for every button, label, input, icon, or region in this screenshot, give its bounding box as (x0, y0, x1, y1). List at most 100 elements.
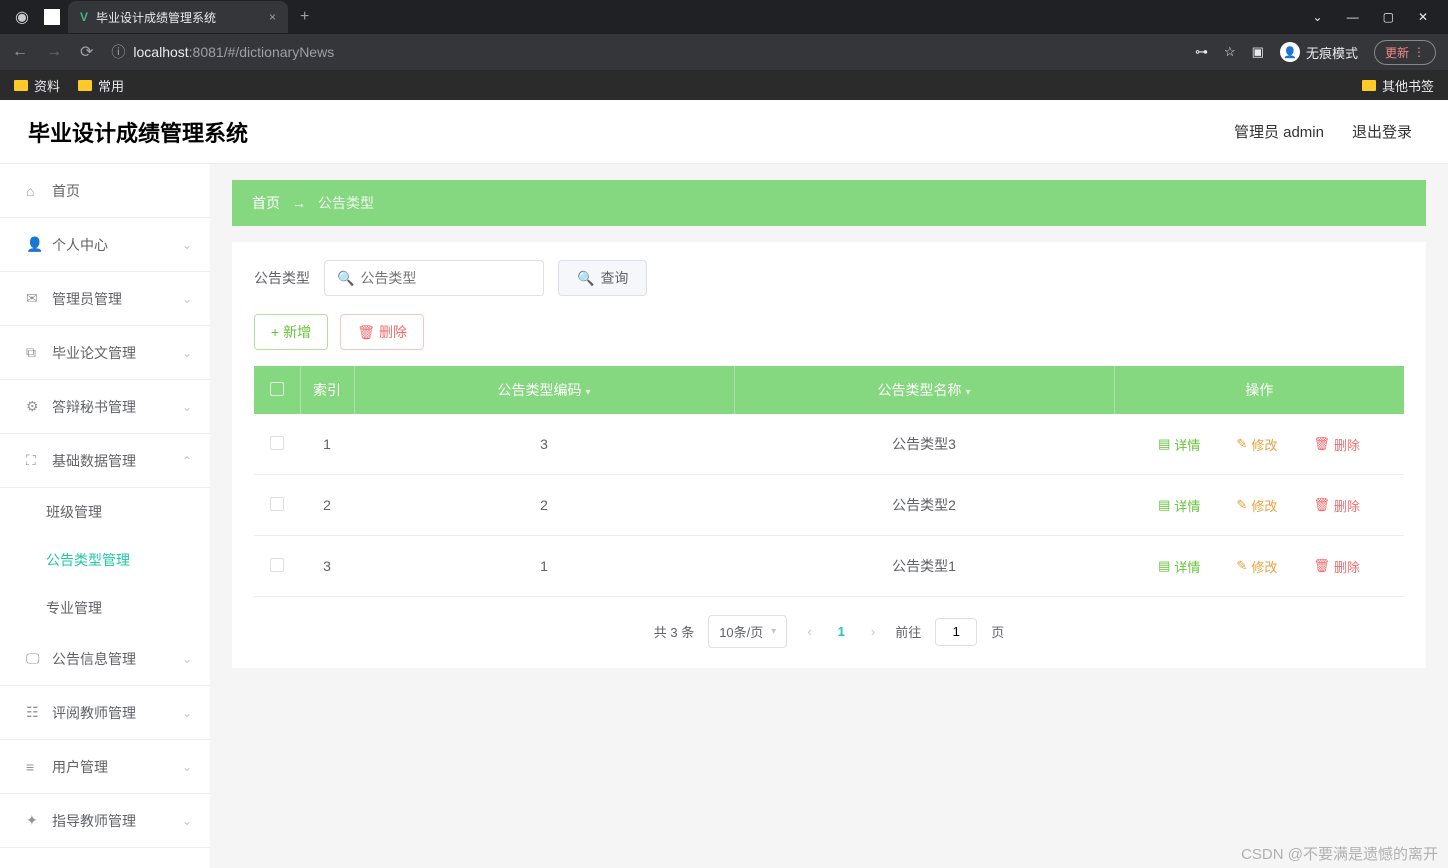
add-button[interactable]: +新增 (254, 314, 328, 350)
new-tab-button[interactable]: + (300, 8, 309, 26)
col-name[interactable]: 公告类型名称▾ (734, 366, 1114, 414)
cell-code: 2 (354, 475, 734, 536)
doc-icon: ▤ (1158, 436, 1170, 452)
delete-button[interactable]: 🗑删除 (340, 314, 424, 350)
chevron-up-icon: ⌃ (182, 454, 192, 468)
sidebar-item-thesis[interactable]: ⧉毕业论文管理⌄ (0, 326, 210, 380)
sidebar-item-basedata[interactable]: ⛶基础数据管理⌃ (0, 434, 210, 488)
sidebar-item-admin[interactable]: ✉管理员管理⌄ (0, 272, 210, 326)
user-icon: 👤 (26, 236, 42, 253)
page-size-select[interactable]: 10条/页▾ (708, 615, 787, 648)
cell-index: 3 (300, 536, 354, 597)
sidebar-item-defense[interactable]: ⚙答辩秘书管理⌄ (0, 380, 210, 434)
data-table: 索引 公告类型编码▾ 公告类型名称▾ 操作 13公告类型3▤详情✎修改🗑删除22… (254, 366, 1404, 597)
chevron-down-icon: ⌄ (182, 814, 192, 828)
minimize-icon[interactable]: — (1347, 10, 1359, 24)
edit-button[interactable]: ✎修改 (1236, 435, 1277, 454)
row-delete-button[interactable]: 🗑删除 (1313, 496, 1360, 515)
sidebar-item-profile[interactable]: 👤个人中心⌄ (0, 218, 210, 272)
app-header: 毕业设计成绩管理系统 管理员 admin 退出登录 (0, 100, 1448, 164)
select-all-checkbox[interactable] (270, 382, 284, 396)
edit-icon: ✎ (1236, 436, 1247, 452)
update-button[interactable]: 更新 ⋮ (1374, 40, 1436, 65)
row-checkbox[interactable] (270, 497, 284, 511)
detail-button[interactable]: ▤详情 (1158, 435, 1200, 454)
submenu-major[interactable]: 专业管理 (0, 584, 210, 632)
col-code[interactable]: 公告类型编码▾ (354, 366, 734, 414)
user-label[interactable]: 管理员 admin (1234, 121, 1324, 142)
sidebar-item-advisor[interactable]: ✦指导教师管理⌄ (0, 794, 210, 848)
folder-icon (1362, 80, 1376, 91)
goto-suffix: 页 (991, 622, 1004, 641)
table-row: 22公告类型2▤详情✎修改🗑删除 (254, 475, 1404, 536)
tab-bar: ◉ V 毕业设计成绩管理系统 × + ⌄ — ▢ ✕ (0, 0, 1448, 34)
close-icon[interactable]: × (269, 10, 276, 24)
page-number[interactable]: 1 (832, 624, 851, 639)
action-row: +新增 🗑删除 (254, 314, 1404, 350)
row-checkbox[interactable] (270, 558, 284, 572)
reload-button[interactable]: ⟳ (80, 42, 93, 62)
row-delete-button[interactable]: 🗑删除 (1313, 435, 1360, 454)
browser-chrome: ◉ V 毕业设计成绩管理系统 × + ⌄ — ▢ ✕ ← → ⟳ ⓘ local… (0, 0, 1448, 100)
doc-icon: ▤ (1158, 497, 1170, 513)
filter-input[interactable] (360, 270, 541, 286)
back-button[interactable]: ← (12, 43, 28, 61)
gear-icon: ⚙ (26, 398, 42, 415)
breadcrumb-home[interactable]: 首页 (252, 193, 280, 213)
submenu-class[interactable]: 班级管理 (0, 488, 210, 536)
chevron-down-icon: ⌄ (182, 292, 192, 306)
chevron-down-icon: ▾ (771, 626, 776, 637)
chevron-down-icon: ⌄ (182, 706, 192, 720)
query-button[interactable]: 🔍 查询 (558, 260, 647, 296)
star-icon[interactable]: ☆ (1224, 44, 1236, 60)
goto-input[interactable] (935, 618, 977, 646)
cell-index: 2 (300, 475, 354, 536)
cell-index: 1 (300, 414, 354, 475)
chevron-down-icon: ⌄ (182, 760, 192, 774)
detail-button[interactable]: ▤详情 (1158, 557, 1200, 576)
menu-icon: ≡ (26, 759, 42, 775)
folder-icon (78, 80, 92, 91)
logout-button[interactable]: 退出登录 (1352, 121, 1412, 142)
edit-button[interactable]: ✎修改 (1236, 557, 1277, 576)
sidebar-item-users[interactable]: ≡用户管理⌄ (0, 740, 210, 794)
cell-code: 3 (354, 414, 734, 475)
table-row: 13公告类型3 ▤详情 ✎修改 🗑删除 (254, 414, 1404, 475)
sidebar-item-notice[interactable]: 🖵公告信息管理⌄ (0, 632, 210, 686)
forward-button[interactable]: → (46, 43, 62, 61)
monitor-icon: 🖵 (26, 650, 42, 667)
detail-button[interactable]: ▤详情 (1158, 496, 1200, 515)
chevron-down-icon[interactable]: ⌄ (1313, 10, 1323, 24)
close-window-icon[interactable]: ✕ (1418, 10, 1428, 24)
sidebar: ⌂首页 👤个人中心⌄ ✉管理员管理⌄ ⧉毕业论文管理⌄ ⚙答辩秘书管理⌄ ⛶基础… (0, 164, 210, 868)
browser-tab[interactable]: V 毕业设计成绩管理系统 × (68, 1, 288, 33)
nav-bar: ← → ⟳ ⓘ localhost:8081/#/dictionaryNews … (0, 34, 1448, 70)
cell-name: 公告类型1 (734, 536, 1114, 597)
submenu-notice-type[interactable]: 公告类型管理 (0, 536, 210, 584)
bookmark-item[interactable]: 常用 (78, 76, 124, 95)
maximize-icon[interactable]: ▢ (1383, 10, 1394, 24)
other-bookmarks[interactable]: 其他书签 (1362, 76, 1434, 95)
plus-icon: + (271, 324, 279, 340)
url-host: localhost (133, 44, 188, 60)
sidebar-item-reviewer[interactable]: ☷评阅教师管理⌄ (0, 686, 210, 740)
app-icon (44, 9, 60, 25)
url-bar[interactable]: ⓘ localhost:8081/#/dictionaryNews (111, 42, 1177, 62)
cell-name: 公告类型3 (734, 414, 1114, 475)
row-delete-button[interactable]: 🗑删除 (1313, 557, 1360, 576)
prev-page-button[interactable]: ‹ (801, 624, 817, 639)
trash-icon: 🗑 (357, 324, 375, 341)
bookmark-bar: 资料 常用 其他书签 (0, 70, 1448, 100)
edit-button[interactable]: ✎修改 (1236, 496, 1277, 515)
filter-label: 公告类型 (254, 268, 310, 288)
col-index[interactable]: 索引 (300, 366, 354, 414)
chevron-down-icon: ⌄ (182, 400, 192, 414)
key-icon[interactable]: ⊶ (1195, 44, 1208, 60)
next-page-button[interactable]: › (865, 624, 881, 639)
row-checkbox[interactable] (270, 436, 284, 450)
breadcrumb-current: 公告类型 (318, 193, 374, 213)
home-icon: ⌂ (26, 183, 42, 199)
bookmark-item[interactable]: 资料 (14, 76, 60, 95)
sidebar-item-home[interactable]: ⌂首页 (0, 164, 210, 218)
extensions-icon[interactable]: ▣ (1252, 44, 1264, 60)
